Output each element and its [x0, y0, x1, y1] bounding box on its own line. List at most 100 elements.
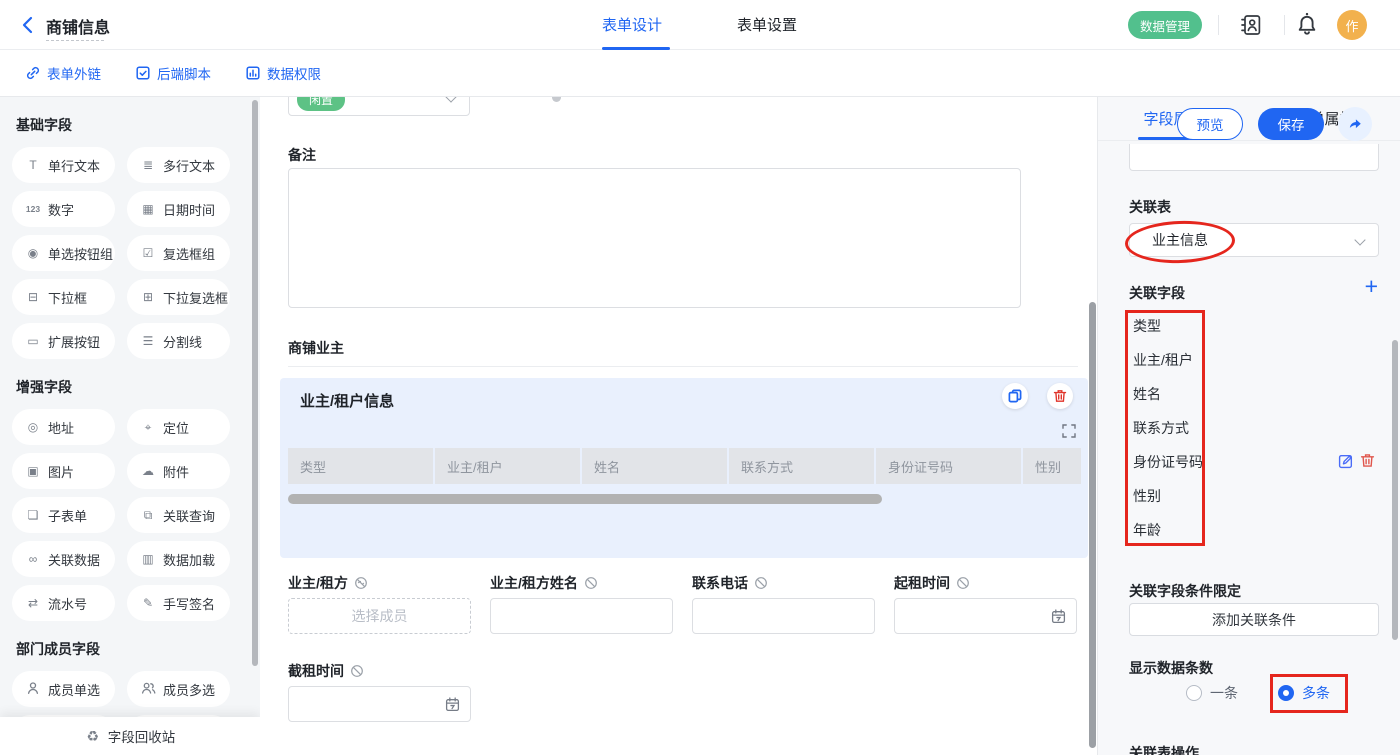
member-picker-input[interactable]: 选择成员: [288, 598, 471, 634]
title-edit-underline: [46, 40, 104, 41]
owner-section-title: 商铺业主: [288, 338, 344, 358]
field-member-multi[interactable]: 成员多选: [127, 671, 230, 707]
multi-line-text-icon: ≣: [140, 159, 156, 171]
related-table-select[interactable]: 业主信息: [1129, 223, 1379, 257]
field-data-load[interactable]: ▥数据加载: [127, 541, 230, 577]
lease-start-date-input[interactable]: [894, 598, 1077, 634]
field-extend-button[interactable]: ▭扩展按钮: [12, 323, 115, 359]
lease-end-date-input[interactable]: [288, 686, 471, 722]
field-relation-query[interactable]: ⧉关联查询: [127, 497, 230, 533]
condition-label: 关联字段条件限定: [1129, 581, 1241, 601]
share-button[interactable]: [1338, 107, 1372, 141]
related-field-item[interactable]: 姓名: [1133, 377, 1203, 411]
field-select[interactable]: ⊟下拉框: [12, 279, 115, 315]
subform-owner-tenant[interactable]: 业主/租户信息 类型 业主/租户 姓名 联系方式: [280, 378, 1088, 558]
field-label-lease-start: 起租时间: [894, 573, 970, 593]
field-location[interactable]: ⌖定位: [127, 409, 230, 445]
field-signature[interactable]: ✎手写签名: [127, 585, 230, 621]
divider-icon: ☰: [140, 335, 156, 347]
people-icon: [140, 681, 156, 697]
header-divider: [1284, 15, 1285, 35]
phone-input[interactable]: [692, 598, 875, 634]
canvas-scrollbar[interactable]: [1089, 302, 1096, 748]
status-select[interactable]: 闲置: [288, 97, 470, 116]
field-divider-line[interactable]: ☰分割线: [127, 323, 230, 359]
drag-handle-dot: [552, 97, 561, 102]
field-number[interactable]: 123数字: [12, 191, 115, 227]
field-serial-number[interactable]: ⇄流水号: [12, 585, 115, 621]
field-radio-group[interactable]: ◉单选按钮组: [12, 235, 115, 271]
subform-title: 业主/租户信息: [300, 390, 394, 411]
related-field-item[interactable]: 身份证号码: [1133, 445, 1203, 479]
field-member-single[interactable]: 成员单选: [12, 671, 115, 707]
panel-scrollbar[interactable]: [1392, 340, 1398, 640]
status-tag: 闲置: [297, 97, 345, 111]
related-field-item[interactable]: 类型: [1133, 309, 1203, 343]
copy-icon: [1008, 389, 1022, 403]
tab-form-design[interactable]: 表单设计: [602, 14, 662, 35]
field-subform[interactable]: ❏子表单: [12, 497, 115, 533]
field-recycle-bin[interactable]: ♻ 字段回收站: [0, 717, 260, 755]
related-table-label: 关联表: [1129, 197, 1171, 217]
subform-horizontal-scrollbar[interactable]: [288, 494, 882, 504]
field-label-phone: 联系电话: [692, 573, 768, 593]
related-field-item[interactable]: 年龄: [1133, 513, 1203, 547]
sidebar-scrollbar[interactable]: [252, 100, 258, 666]
back-icon[interactable]: [20, 15, 36, 40]
user-avatar[interactable]: 作: [1337, 10, 1367, 40]
address-pin-icon: ◎: [25, 421, 41, 433]
field-library-sidebar: 基础字段 T单行文本 ≣多行文本 123数字 ▦日期时间 ◉单选按钮组 ☑复选框…: [0, 97, 260, 755]
delete-button[interactable]: [1047, 383, 1073, 409]
backend-script-link[interactable]: 后端脚本: [135, 63, 211, 83]
field-multi-line-text[interactable]: ≣多行文本: [127, 147, 230, 183]
form-designer-app: 商铺信息 表单设计 表单设置 数据管理 作: [0, 0, 1400, 755]
edit-fields-button[interactable]: [1338, 453, 1354, 474]
header-divider: [1218, 15, 1219, 35]
script-icon: [135, 65, 151, 81]
field-image[interactable]: ▣图片: [12, 453, 115, 489]
related-field-item[interactable]: 联系方式: [1133, 411, 1203, 445]
field-datetime[interactable]: ▦日期时间: [127, 191, 230, 227]
field-multi-select[interactable]: ⊞下拉复选框: [127, 279, 230, 315]
related-field-item[interactable]: 性别: [1133, 479, 1203, 513]
cloud-upload-icon: ☁: [140, 465, 156, 477]
form-external-link[interactable]: 表单外链: [25, 63, 101, 83]
tab-form-settings[interactable]: 表单设置: [737, 14, 797, 35]
related-field-item[interactable]: 业主/租户: [1133, 343, 1203, 377]
bell-icon[interactable]: [1296, 12, 1318, 41]
data-manage-button[interactable]: 数据管理: [1128, 11, 1202, 39]
save-button[interactable]: 保存: [1258, 108, 1324, 140]
field-checkbox-group[interactable]: ☑复选框组: [127, 235, 230, 271]
field-single-line-text[interactable]: T单行文本: [12, 147, 115, 183]
section-title-member-fields: 部门成员字段: [12, 639, 248, 659]
subform-table-header: 类型 业主/租户 姓名 联系方式 身份证号码 性别: [288, 448, 1081, 484]
remark-textarea[interactable]: [288, 168, 1021, 308]
field-attachment[interactable]: ☁附件: [127, 453, 230, 489]
radio-option-multiple[interactable]: 多条: [1278, 683, 1330, 703]
data-permission-link[interactable]: 数据权限: [245, 63, 321, 83]
radio-option-single[interactable]: 一条: [1186, 683, 1238, 703]
section-title-enhanced-fields: 增强字段: [12, 377, 248, 397]
column-owner-tenant: 业主/租户: [435, 448, 580, 484]
copy-button[interactable]: [1002, 383, 1028, 409]
radio-on-icon: [1278, 685, 1294, 701]
preview-button[interactable]: 预览: [1177, 108, 1243, 140]
bar-chart-icon: ▥: [140, 553, 156, 565]
clipped-input[interactable]: [1129, 144, 1379, 171]
add-field-plus-icon[interactable]: +: [1365, 275, 1378, 298]
column-name: 姓名: [582, 448, 727, 484]
delete-fields-button[interactable]: [1360, 453, 1375, 473]
owner-name-input[interactable]: [490, 598, 673, 634]
display-count-label: 显示数据条数: [1129, 658, 1213, 678]
link-icon: [25, 65, 41, 81]
image-icon: ▣: [25, 465, 41, 477]
checkbox-icon: ☑: [140, 247, 156, 259]
field-relation-data[interactable]: ∞关联数据: [12, 541, 115, 577]
field-address[interactable]: ◎地址: [12, 409, 115, 445]
contact-book-icon[interactable]: [1240, 13, 1262, 42]
eye-off-icon: [956, 576, 970, 590]
section-divider: [288, 366, 1078, 367]
add-condition-button[interactable]: 添加关联条件: [1129, 603, 1379, 636]
expand-icon[interactable]: [1062, 424, 1076, 443]
relation-data-icon: ∞: [25, 553, 41, 565]
